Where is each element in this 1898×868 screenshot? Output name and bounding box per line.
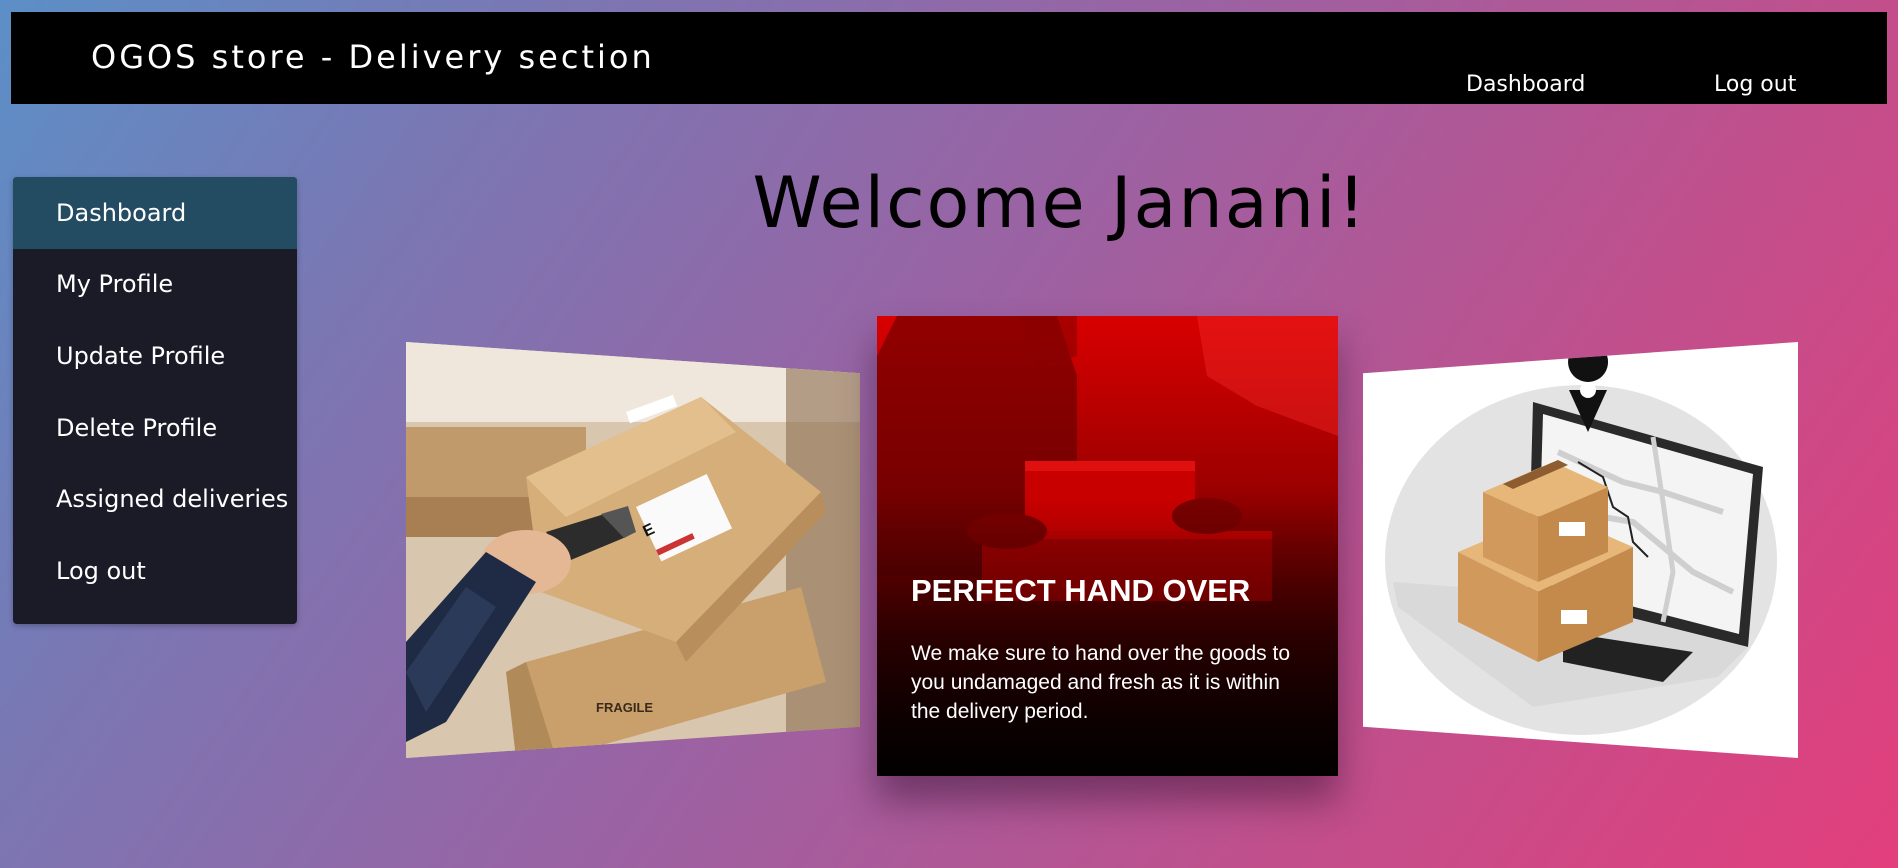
sidebar-item-update-profile[interactable]: Update Profile: [13, 320, 297, 392]
fragile-label: FRAGILE: [596, 700, 653, 715]
sidebar-item-delete-profile[interactable]: Delete Profile: [13, 392, 297, 464]
nav-logout-link[interactable]: Log out: [1714, 72, 1796, 97]
sidebar-menu: Dashboard My Profile Update Profile Dele…: [13, 177, 297, 624]
top-navbar: OGOS store - Delivery section Dashboard …: [11, 12, 1887, 104]
laptop-delivery-image: [1385, 342, 1777, 735]
carousel-card-left[interactable]: FRAGILE E: [406, 342, 860, 758]
card-description: We make sure to hand over the goods to y…: [911, 642, 1291, 723]
sidebar-item-assigned-deliveries[interactable]: Assigned deliveries: [13, 463, 297, 535]
sidebar-item-logout[interactable]: Log out: [13, 535, 297, 607]
carousel-card-center[interactable]: PERFECT HAND OVER We make sure to hand o…: [877, 316, 1338, 776]
sidebar-item-my-profile[interactable]: My Profile: [13, 249, 297, 321]
nav-dashboard-link[interactable]: Dashboard: [1466, 72, 1585, 97]
welcome-heading: Welcome Janani!: [752, 162, 1368, 244]
card-title: PERFECT HAND OVER: [911, 573, 1251, 608]
app-title: OGOS store - Delivery section: [91, 38, 655, 76]
box-scanning-image: FRAGILE E: [406, 342, 860, 758]
sidebar-item-dashboard[interactable]: Dashboard: [13, 177, 297, 249]
carousel-card-right[interactable]: [1363, 342, 1798, 758]
